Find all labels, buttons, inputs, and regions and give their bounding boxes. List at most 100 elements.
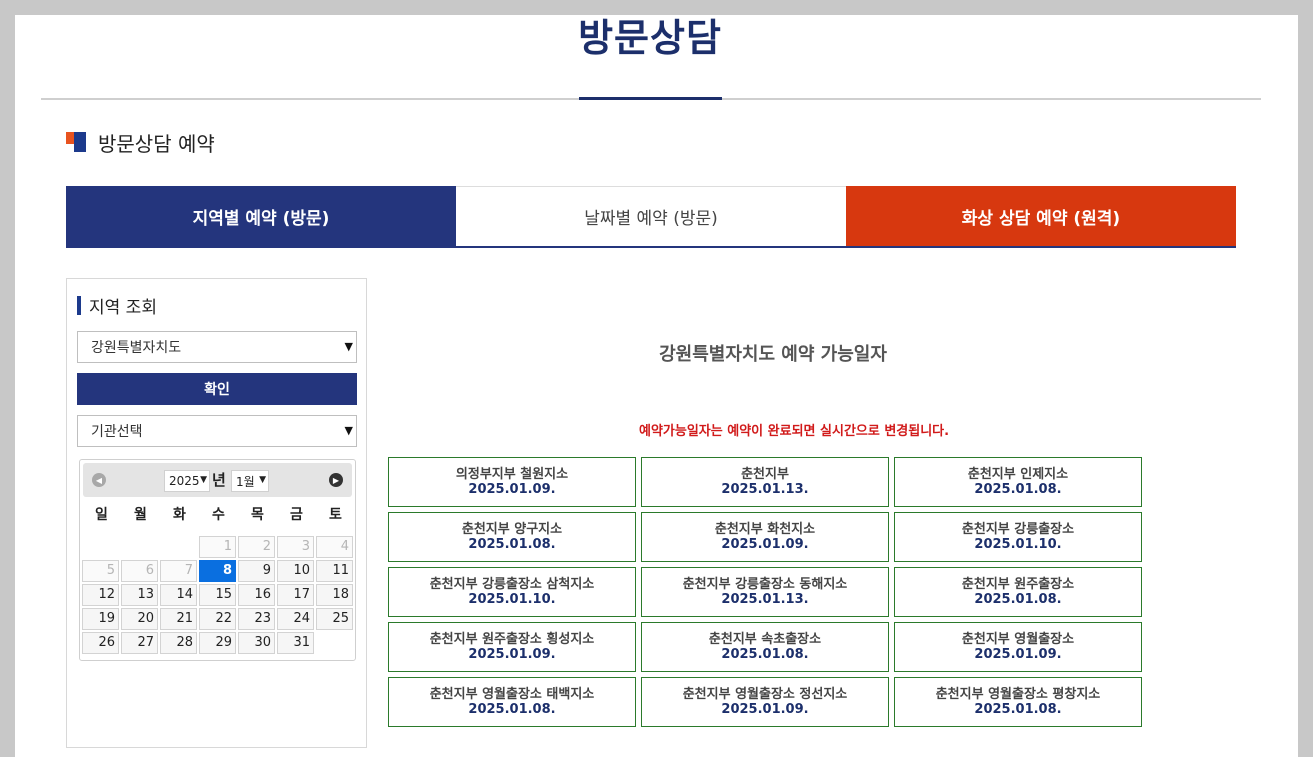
calendar-day[interactable]: 29 — [199, 632, 236, 654]
branch-grid: 의정부지부 철원지소 2025.01.09. 춘천지부 2025.01.13. 춘천지부… — [388, 457, 1142, 727]
branch-button[interactable]: 춘천지부 영월출장소 평창지소 2025.01.08. — [894, 677, 1142, 727]
branch-name: 춘천지부 강릉출장소 동해지소 — [682, 577, 848, 592]
availability-notice: 예약가능일자는 예약이 완료되면 실시간으로 변경됩니다. — [639, 424, 950, 439]
calendar-day[interactable]: 11 — [316, 560, 353, 582]
calendar-header: ◀ 2025 ▼ 년 1월 ▼ ▶ — [83, 463, 352, 497]
branch-button[interactable]: 춘천지부 원주출장소 2025.01.08. — [894, 567, 1142, 617]
branch-button[interactable]: 춘천지부 2025.01.13. — [641, 457, 889, 507]
branch-name: 춘천지부 원주출장소 횡성지소 — [429, 632, 595, 647]
calendar-day[interactable]: 13 — [121, 584, 158, 606]
branch-name: 춘천지부 양구지소 — [461, 522, 563, 537]
confirm-button[interactable]: 확인 — [77, 373, 357, 405]
month-select-value: 1월 — [236, 474, 255, 489]
calendar-day[interactable]: 8 — [199, 560, 236, 582]
branch-available-date: 2025.01.08. — [468, 702, 556, 717]
branch-name: 춘천지부 강릉출장소 삼척지소 — [429, 577, 595, 592]
org-select[interactable]: 기관선택 ▼ — [77, 415, 357, 447]
calendar-day[interactable]: 21 — [160, 608, 197, 630]
section-header: 방문상담 예약 — [66, 127, 215, 157]
org-select-value: 기관선택 — [91, 424, 143, 440]
chevron-down-icon: ▼ — [200, 475, 207, 485]
calendar-weekdays: 일월화수목금토 — [82, 504, 354, 526]
year-select[interactable]: 2025 ▼ — [164, 470, 210, 492]
calendar-day[interactable]: 16 — [238, 584, 275, 606]
region-search-panel: 지역 조회 강원특별자치도 ▼ 확인 기관선택 ▼ ◀ 2025 ▼ 년 1월 … — [66, 278, 367, 748]
weekday-label: 일 — [95, 507, 108, 523]
branch-button[interactable]: 춘천지부 영월출장소 태백지소 2025.01.08. — [388, 677, 636, 727]
branch-button[interactable]: 춘천지부 속초출장소 2025.01.08. — [641, 622, 889, 672]
calendar-day[interactable]: 12 — [82, 584, 119, 606]
calendar-day[interactable]: 18 — [316, 584, 353, 606]
calendar-day: 5 — [82, 560, 119, 582]
next-month-icon[interactable]: ▶ — [329, 473, 343, 487]
branch-button[interactable]: 춘천지부 원주출장소 횡성지소 2025.01.09. — [388, 622, 636, 672]
calendar-day[interactable]: 15 — [199, 584, 236, 606]
calendar-day[interactable]: 28 — [160, 632, 197, 654]
weekday-label: 월 — [134, 507, 147, 523]
branch-button[interactable]: 춘천지부 양구지소 2025.01.08. — [388, 512, 636, 562]
branch-available-date: 2025.01.10. — [468, 592, 556, 607]
calendar-day[interactable]: 17 — [277, 584, 314, 606]
chevron-down-icon: ▼ — [344, 424, 353, 437]
calendar-day[interactable]: 30 — [238, 632, 275, 654]
branch-available-date: 2025.01.08. — [974, 482, 1062, 497]
year-select-value: 2025 — [169, 474, 200, 488]
branch-button[interactable]: 의정부지부 철원지소 2025.01.09. — [388, 457, 636, 507]
branch-name: 춘천지부 영월출장소 — [961, 632, 1075, 647]
branch-name: 의정부지부 철원지소 — [455, 467, 569, 482]
branch-button[interactable]: 춘천지부 영월출장소 2025.01.09. — [894, 622, 1142, 672]
tab-region-visit[interactable]: 지역별 예약 (방문) — [66, 186, 456, 246]
page: 방문상담 방문상담 예약 지역별 예약 (방문) 날짜별 예약 (방문) 화상 … — [15, 15, 1298, 757]
branch-name: 춘천지부 속초출장소 — [708, 632, 822, 647]
calendar-day[interactable]: 19 — [82, 608, 119, 630]
branch-name: 춘천지부 — [741, 467, 789, 482]
branch-name: 춘천지부 화천지소 — [714, 522, 816, 537]
calendar-day[interactable]: 26 — [82, 632, 119, 654]
year-suffix: 년 — [212, 471, 226, 489]
reservation-tabs: 지역별 예약 (방문) 날짜별 예약 (방문) 화상 상담 예약 (원격) — [66, 186, 1236, 248]
calendar-day[interactable]: 10 — [277, 560, 314, 582]
branch-available-date: 2025.01.09. — [468, 647, 556, 662]
calendar-day: 3 — [277, 536, 314, 558]
branch-button[interactable]: 춘천지부 강릉출장소 2025.01.10. — [894, 512, 1142, 562]
calendar-day[interactable]: 20 — [121, 608, 158, 630]
section-bullet-icon — [66, 132, 86, 152]
calendar-day[interactable]: 24 — [277, 608, 314, 630]
tab-date-visit[interactable]: 날짜별 예약 (방문) — [456, 186, 846, 246]
branch-name: 춘천지부 강릉출장소 — [961, 522, 1075, 537]
calendar-day[interactable]: 27 — [121, 632, 158, 654]
weekday-label: 수 — [212, 507, 225, 523]
branch-button[interactable]: 춘천지부 강릉출장소 동해지소 2025.01.13. — [641, 567, 889, 617]
availability-title: 강원특별자치도 예약 가능일자 — [659, 344, 887, 365]
prev-month-icon[interactable]: ◀ — [92, 473, 106, 487]
calendar-day[interactable]: 9 — [238, 560, 275, 582]
calendar-day[interactable]: 31 — [277, 632, 314, 654]
calendar-day[interactable]: 22 — [199, 608, 236, 630]
branch-available-date: 2025.01.13. — [721, 592, 809, 607]
calendar-day — [82, 536, 119, 558]
heading-bar — [77, 295, 81, 315]
branch-available-date: 2025.01.10. — [974, 537, 1062, 552]
branch-button[interactable]: 춘천지부 인제지소 2025.01.08. — [894, 457, 1142, 507]
chevron-down-icon: ▼ — [259, 475, 266, 485]
calendar-day — [121, 536, 158, 558]
calendar-day — [160, 536, 197, 558]
branch-button[interactable]: 춘천지부 화천지소 2025.01.09. — [641, 512, 889, 562]
month-select[interactable]: 1월 ▼ — [231, 470, 269, 492]
calendar-day[interactable]: 23 — [238, 608, 275, 630]
page-title: 방문상담 — [578, 16, 722, 60]
calendar-day[interactable]: 14 — [160, 584, 197, 606]
region-select[interactable]: 강원특별자치도 ▼ — [77, 331, 357, 363]
branch-name: 춘천지부 영월출장소 태백지소 — [429, 687, 595, 702]
region-search-title: 지역 조회 — [89, 297, 157, 318]
branch-available-date: 2025.01.08. — [974, 702, 1062, 717]
branch-button[interactable]: 춘천지부 강릉출장소 삼척지소 2025.01.10. — [388, 567, 636, 617]
tab-video-consult[interactable]: 화상 상담 예약 (원격) — [846, 186, 1236, 246]
calendar-day: 2 — [238, 536, 275, 558]
calendar-day: 6 — [121, 560, 158, 582]
weekday-label: 화 — [173, 507, 186, 523]
branch-button[interactable]: 춘천지부 영월출장소 정선지소 2025.01.09. — [641, 677, 889, 727]
branch-available-date: 2025.01.13. — [721, 482, 809, 497]
calendar-day[interactable]: 25 — [316, 608, 353, 630]
branch-available-date: 2025.01.09. — [468, 482, 556, 497]
